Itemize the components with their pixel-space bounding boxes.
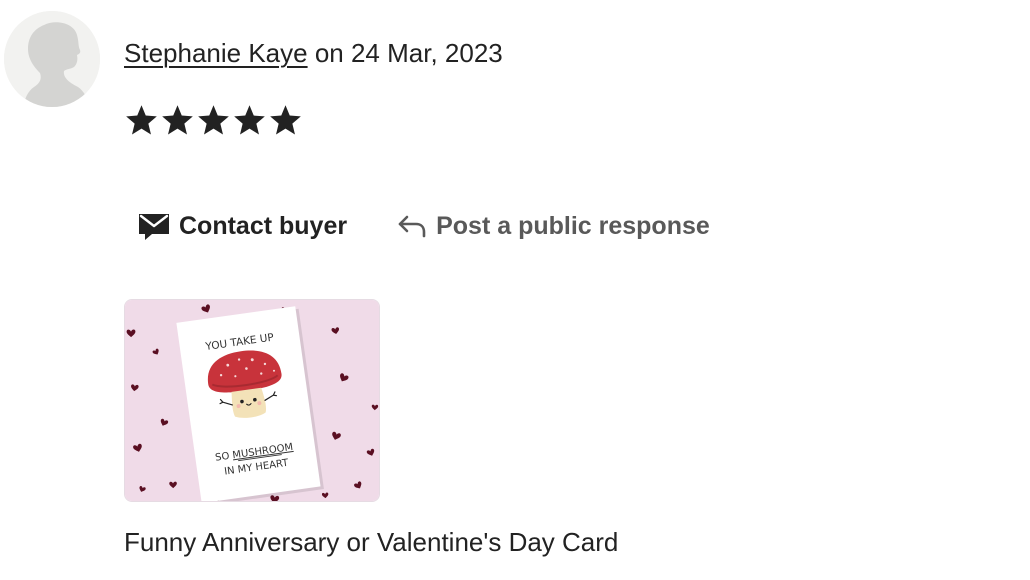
reviewer-name-link[interactable]: Stephanie Kaye	[124, 38, 308, 68]
star-rating	[124, 103, 303, 138]
post-public-response-button[interactable]: Post a public response	[383, 204, 724, 248]
star-icon	[162, 105, 193, 135]
envelope-icon	[138, 211, 170, 241]
default-avatar-silhouette-icon	[4, 11, 100, 107]
star-icon	[126, 105, 157, 135]
review-meta: Stephanie Kaye on 24 Mar, 2023	[124, 36, 503, 70]
review-date: 24 Mar, 2023	[350, 38, 503, 68]
listing-image: YOU TAKE UP SO MUSHROOM IN MY HEART	[125, 300, 379, 501]
listing-title-link[interactable]: Funny Anniversary or Valentine's Day Car…	[124, 525, 618, 559]
star-icon	[234, 105, 265, 135]
star-icon	[198, 105, 229, 135]
listing-thumbnail[interactable]: YOU TAKE UP SO MUSHROOM IN MY HEART	[124, 299, 380, 502]
post-public-response-label: Post a public response	[436, 211, 710, 240]
reply-arrow-icon	[397, 214, 427, 238]
review-actions: Contact buyer Post a public response	[124, 204, 724, 248]
reviewer-avatar[interactable]	[4, 11, 100, 107]
date-prefix: on	[307, 38, 351, 68]
contact-buyer-label: Contact buyer	[179, 211, 348, 240]
star-icon	[270, 105, 301, 135]
contact-buyer-button[interactable]: Contact buyer	[124, 204, 361, 248]
review-card: Stephanie Kaye on 24 Mar, 2023 Contact b…	[0, 0, 1030, 580]
